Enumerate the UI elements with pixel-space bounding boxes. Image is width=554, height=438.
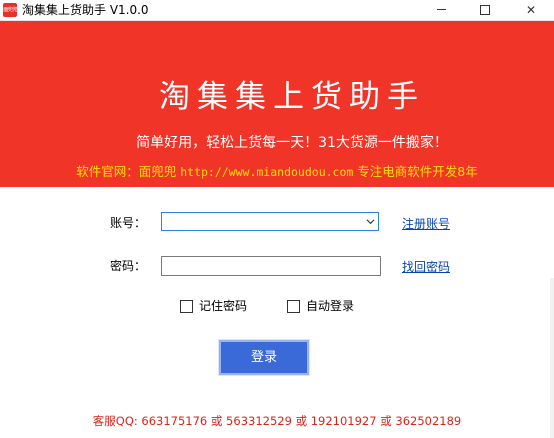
banner-title: 淘集集上货助手 xyxy=(159,79,425,115)
password-label: 密码： xyxy=(110,259,147,273)
window-title: 淘集集上货助手 V1.0.0 xyxy=(22,3,149,17)
auto-login-checkbox[interactable] xyxy=(287,299,300,313)
password-field[interactable] xyxy=(161,256,381,276)
remember-password-label[interactable]: 记住密码 xyxy=(199,298,247,314)
auto-login-option[interactable]: 自动登录 xyxy=(287,298,354,314)
auto-login-label[interactable]: 自动登录 xyxy=(306,298,354,314)
login-button[interactable]: 登录 xyxy=(219,340,309,375)
maximize-icon xyxy=(480,4,490,15)
remember-password-checkbox[interactable] xyxy=(180,299,193,313)
close-icon: ✕ xyxy=(525,3,537,17)
minimize-button[interactable] xyxy=(418,0,464,20)
site-url: http://www.miandoudou.com xyxy=(180,165,354,179)
title-bar[interactable]: 面兜兜 淘集集上货助手 V1.0.0 ✕ xyxy=(0,0,554,21)
app-window: 面兜兜 淘集集上货助手 V1.0.0 ✕ 淘集集上货助手 简单好用，轻松上货每一… xyxy=(0,0,554,438)
minimize-icon xyxy=(436,9,446,10)
banner-slogan: 简单好用，轻松上货每一天！31大货源一件搬家！ xyxy=(136,135,448,151)
account-combobox[interactable] xyxy=(161,212,379,231)
window-edge xyxy=(550,278,554,438)
chevron-down-icon[interactable] xyxy=(366,217,375,226)
app-logo-icon: 面兜兜 xyxy=(3,3,17,17)
recover-password-link[interactable]: 找回密码 xyxy=(402,259,450,275)
account-label: 账号： xyxy=(110,216,147,230)
site-prefix: 软件官网：面兜兜 xyxy=(76,164,181,179)
site-suffix: 专注电商软件开发8年 xyxy=(353,164,478,179)
register-account-link[interactable]: 注册账号 xyxy=(402,216,450,232)
support-qq-line: 客服QQ: 663175176 或 563312529 或 192101927 … xyxy=(92,414,462,428)
remember-password-option[interactable]: 记住密码 xyxy=(180,298,247,314)
maximize-button[interactable] xyxy=(462,0,508,20)
close-button[interactable]: ✕ xyxy=(508,0,554,20)
header-banner: 淘集集上货助手 简单好用，轻松上货每一天！31大货源一件搬家！ 软件官网：面兜兜… xyxy=(0,21,554,187)
banner-website-line: 软件官网：面兜兜 http://www.miandoudou.com 专注电商软… xyxy=(0,163,554,181)
